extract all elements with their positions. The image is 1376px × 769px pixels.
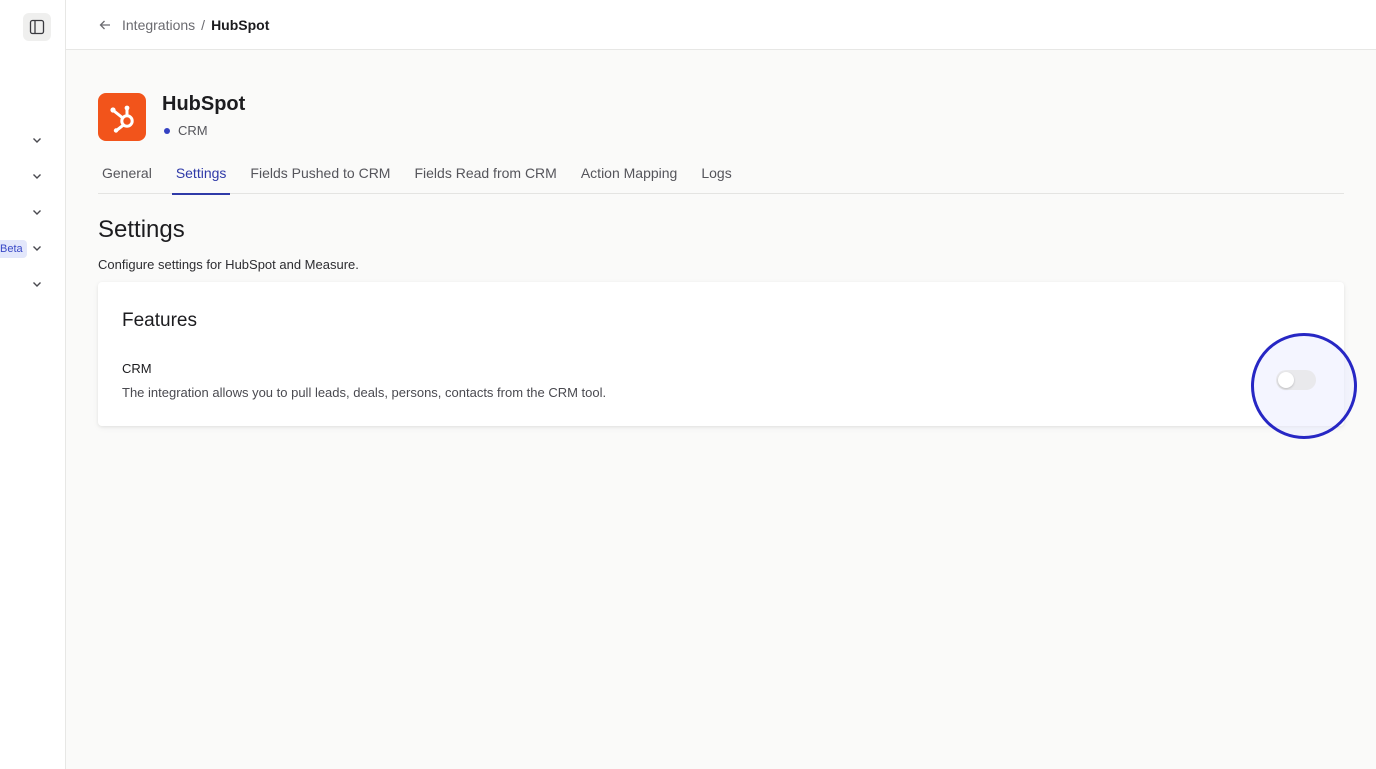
tab-fields-pushed-to-crm[interactable]: Fields Pushed to CRM: [246, 154, 394, 194]
app-category: CRM: [178, 123, 208, 138]
tab-logs[interactable]: Logs: [697, 154, 735, 194]
back-button[interactable]: [98, 17, 114, 33]
sidebar-section-5-expand[interactable]: [29, 276, 45, 292]
sidebar-section-4-expand[interactable]: [29, 240, 45, 256]
chevron-down-icon: [33, 138, 41, 143]
feature-crm-name: CRM: [122, 361, 152, 376]
crm-feature-toggle[interactable]: [1276, 370, 1316, 390]
app-header: HubSpot CRM: [98, 93, 245, 141]
arrow-left-icon: [99, 20, 110, 29]
sidebar-section-1-expand[interactable]: [29, 132, 45, 148]
chevron-down-icon: [33, 210, 41, 215]
tab-action-mapping[interactable]: Action Mapping: [577, 154, 682, 194]
hubspot-logo-icon: [98, 93, 146, 141]
breadcrumb: Integrations / HubSpot: [66, 0, 1376, 50]
sidebar-panel-icon: [29, 19, 45, 35]
beta-badge: Beta: [0, 240, 27, 258]
breadcrumb-current: HubSpot: [211, 16, 270, 33]
breadcrumb-integrations-link[interactable]: Integrations: [122, 17, 195, 33]
features-card-title: Features: [122, 310, 197, 331]
feature-crm-description: The integration allows you to pull leads…: [122, 385, 607, 400]
chevron-down-icon: [33, 282, 41, 287]
breadcrumb-separator: /: [201, 16, 206, 33]
chevron-down-icon: [33, 246, 41, 251]
tab-settings[interactable]: Settings: [171, 154, 231, 195]
page-title: Settings: [98, 216, 185, 243]
category-dot: [164, 127, 170, 134]
sidebar-toggle-button[interactable]: [23, 13, 51, 41]
app-title: HubSpot: [162, 93, 246, 115]
tab-fields-read-from-crm[interactable]: Fields Read from CRM: [410, 154, 560, 194]
features-card: Features CRM The integration allows you …: [98, 282, 1344, 426]
toggle-knob: [1278, 372, 1294, 388]
sidebar: Beta: [0, 0, 66, 769]
sidebar-section-2-expand[interactable]: [29, 168, 45, 184]
sidebar-section-3-expand[interactable]: [29, 204, 45, 220]
page-description: Configure settings for HubSpot and Measu…: [98, 257, 359, 272]
tab-bar: General Settings Fields Pushed to CRM Fi…: [98, 154, 1344, 195]
tab-general[interactable]: General: [98, 154, 156, 194]
chevron-down-icon: [33, 174, 41, 179]
